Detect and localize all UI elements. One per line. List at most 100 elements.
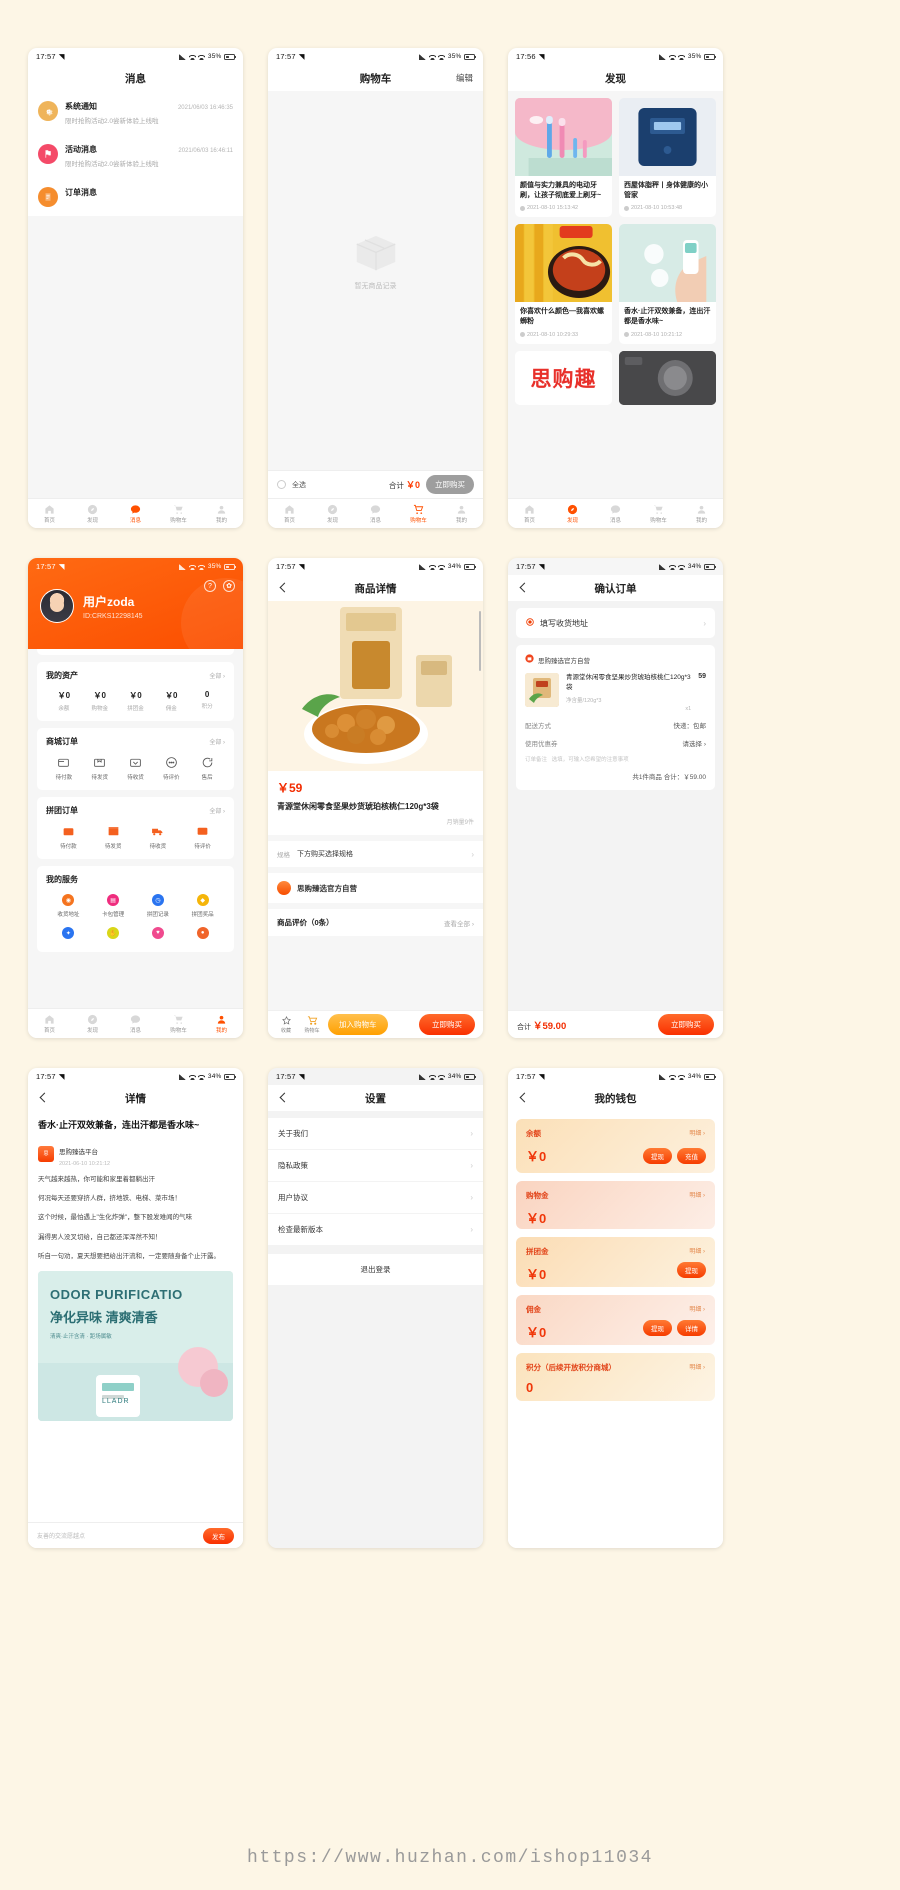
asset-balance[interactable]: ￥0 余额 [46, 690, 82, 712]
publish-button[interactable]: 发布 [203, 1527, 234, 1544]
product-image[interactable] [268, 601, 483, 771]
tab-discover[interactable]: 发现 [551, 499, 594, 528]
tab-profile[interactable]: 我的 [440, 499, 483, 528]
list-item[interactable]: 你喜欢什么颜色—我喜欢螺蛳粉 2021-08-10 10:29:33 [515, 224, 612, 344]
group-pending-review[interactable]: 待评价 [180, 825, 225, 850]
tab-home[interactable]: 首页 [28, 1009, 71, 1038]
tab-discover[interactable]: 发现 [71, 1009, 114, 1038]
service-group-records[interactable]: ◷ 拼团记录 [136, 894, 181, 918]
product-shop-row[interactable]: 思购臻选官方自营 [268, 873, 483, 903]
tab-discover[interactable]: 发现 [311, 499, 354, 528]
settings-row-version[interactable]: 检查最新版本 › [268, 1214, 483, 1246]
service-group-prizes[interactable]: ◆ 拼团奖品 [180, 894, 225, 918]
list-item[interactable]: 颜值与实力兼具的电动牙刷，让孩子彻底爱上刷牙~ 2021-08-10 15:13… [515, 98, 612, 218]
tab-home[interactable]: 首页 [28, 499, 71, 528]
order-pending-payment[interactable]: 待付款 [46, 756, 82, 781]
tab-discover[interactable]: 发现 [71, 499, 114, 528]
tab-messages[interactable]: 消息 [114, 1009, 157, 1038]
service-extra-2[interactable]: ✋ [91, 927, 136, 943]
profile-user[interactable]: 用户zoda ID:CRKS12298145 [28, 575, 243, 623]
asset-group[interactable]: ￥0 拼团金 [118, 690, 154, 712]
add-to-cart-button[interactable]: 加入购物车 [328, 1014, 388, 1035]
tab-cart[interactable]: 购物车 [397, 499, 440, 528]
mall-orders-more-link[interactable]: 全部 › [209, 737, 225, 746]
wifi2-icon [438, 563, 446, 570]
scrollbar[interactable] [479, 611, 481, 671]
list-item[interactable]: 订单消息 [28, 177, 243, 216]
assets-more-link[interactable]: 全部 › [209, 671, 225, 680]
tab-cart[interactable]: 购物车 [157, 499, 200, 528]
asset-commission[interactable]: ￥0 佣金 [153, 690, 189, 712]
edit-button[interactable]: 编辑 [456, 72, 473, 84]
spec-label: 规格 [277, 852, 290, 859]
checkout-button[interactable]: 立即购买 [426, 475, 474, 494]
product-review-row[interactable]: 商品评价（0条） 查看全部 › [268, 909, 483, 936]
tab-messages[interactable]: 消息 [114, 499, 157, 528]
favorite-button[interactable]: 收藏 [276, 1015, 296, 1034]
group-pending-receipt[interactable]: 待收货 [136, 825, 181, 850]
card-detail-link[interactable]: 明细 › [689, 1128, 705, 1137]
tab-cart[interactable]: 购物车 [637, 499, 680, 528]
tab-messages[interactable]: 消息 [594, 499, 637, 528]
address-card[interactable]: 填写收货地址 › [516, 608, 715, 638]
tab-label: 我的 [455, 517, 467, 524]
service-extra-4[interactable]: ● [180, 927, 225, 943]
tab-home[interactable]: 首页 [268, 499, 311, 528]
group-pending-shipment[interactable]: 待发货 [91, 825, 136, 850]
submit-order-button[interactable]: 立即购买 [658, 1014, 714, 1035]
cart-button[interactable]: 购物车 [302, 1015, 322, 1034]
list-item[interactable] [619, 350, 716, 405]
card-detail-link[interactable]: 明细 › [689, 1362, 705, 1371]
back-button[interactable] [518, 1092, 530, 1104]
page-title: 发现 [605, 72, 626, 85]
service-cards[interactable]: ▤ 卡包管理 [91, 894, 136, 918]
comment-input[interactable]: 友善的交流愿越点 [37, 1531, 85, 1540]
order-aftersale[interactable]: 售后 [189, 756, 225, 781]
order-note-row[interactable]: 订单备注 选填，可输入您希望的注意事项 [525, 755, 706, 763]
article-text: 西屋体脂秤丨身体健康的小管家 2021-08-10 10:53:48 [619, 176, 716, 217]
list-item[interactable]: 香水·止汗双效兼备，连出汗都是香水味~ 2021-08-10 10:21:12 [619, 224, 716, 344]
settings-row-about[interactable]: 关于我们 › [268, 1118, 483, 1150]
recharge-button[interactable]: 充值 [677, 1148, 706, 1164]
tab-profile[interactable]: 我的 [200, 1009, 243, 1038]
asset-points[interactable]: 0 积分 [189, 690, 225, 712]
group-pending-payment[interactable]: 待付款 [46, 825, 91, 850]
list-item[interactable]: 系统通知 2021/06/03 16:46:35 限时抢购活动2.0尝新体验上线… [28, 91, 243, 134]
service-address[interactable]: ◉ 收货地址 [46, 894, 91, 918]
card-detail-link[interactable]: 明细 › [689, 1190, 705, 1199]
select-all-radio[interactable] [277, 480, 286, 489]
tab-home[interactable]: 首页 [508, 499, 551, 528]
card-detail-link[interactable]: 明细 › [689, 1304, 705, 1313]
logout-button[interactable]: 退出登录 [268, 1254, 483, 1285]
detail-button[interactable]: 详情 [677, 1320, 706, 1336]
back-button[interactable] [38, 1092, 50, 1104]
withdraw-button[interactable]: 提现 [677, 1262, 706, 1278]
order-pending-review[interactable]: 待评价 [153, 756, 189, 781]
service-extra-1[interactable]: ✦ [46, 927, 91, 943]
list-item[interactable]: 思购趣 [515, 350, 612, 405]
review-more-link[interactable]: 查看全部 › [444, 918, 474, 928]
group-orders-more-link[interactable]: 全部 › [209, 806, 225, 815]
asset-shopping[interactable]: ￥0 购物金 [82, 690, 118, 712]
service-extra-3[interactable]: ♥ [136, 927, 181, 943]
settings-row-agreement[interactable]: 用户协议 › [268, 1182, 483, 1214]
back-button[interactable] [278, 1092, 290, 1104]
tab-cart[interactable]: 购物车 [157, 1009, 200, 1038]
list-item[interactable]: 活动消息 2021/06/03 16:46:11 限时抢购活动2.0尝新体验上线… [28, 134, 243, 177]
card-detail-link[interactable]: 明细 › [689, 1246, 705, 1255]
tab-messages[interactable]: 消息 [354, 499, 397, 528]
withdraw-button[interactable]: 提现 [643, 1320, 672, 1336]
tab-profile[interactable]: 我的 [680, 499, 723, 528]
order-pending-receipt[interactable]: 待收货 [118, 756, 154, 781]
withdraw-button[interactable]: 提现 [643, 1148, 672, 1164]
tab-profile[interactable]: 我的 [200, 499, 243, 528]
coupon-row[interactable]: 使用优惠券 请选择 › [525, 738, 706, 748]
list-item[interactable]: 西屋体脂秤丨身体健康的小管家 2021-08-10 10:53:48 [619, 98, 716, 218]
back-button[interactable] [278, 582, 290, 594]
product-spec-row[interactable]: 规格 下方购买选择规格 › [268, 841, 483, 867]
signal-icon [179, 563, 187, 570]
settings-row-privacy[interactable]: 隐私政策 › [268, 1150, 483, 1182]
order-pending-shipment[interactable]: 待发货 [82, 756, 118, 781]
buy-now-button[interactable]: 立即购买 [419, 1014, 475, 1035]
back-button[interactable] [518, 582, 530, 594]
